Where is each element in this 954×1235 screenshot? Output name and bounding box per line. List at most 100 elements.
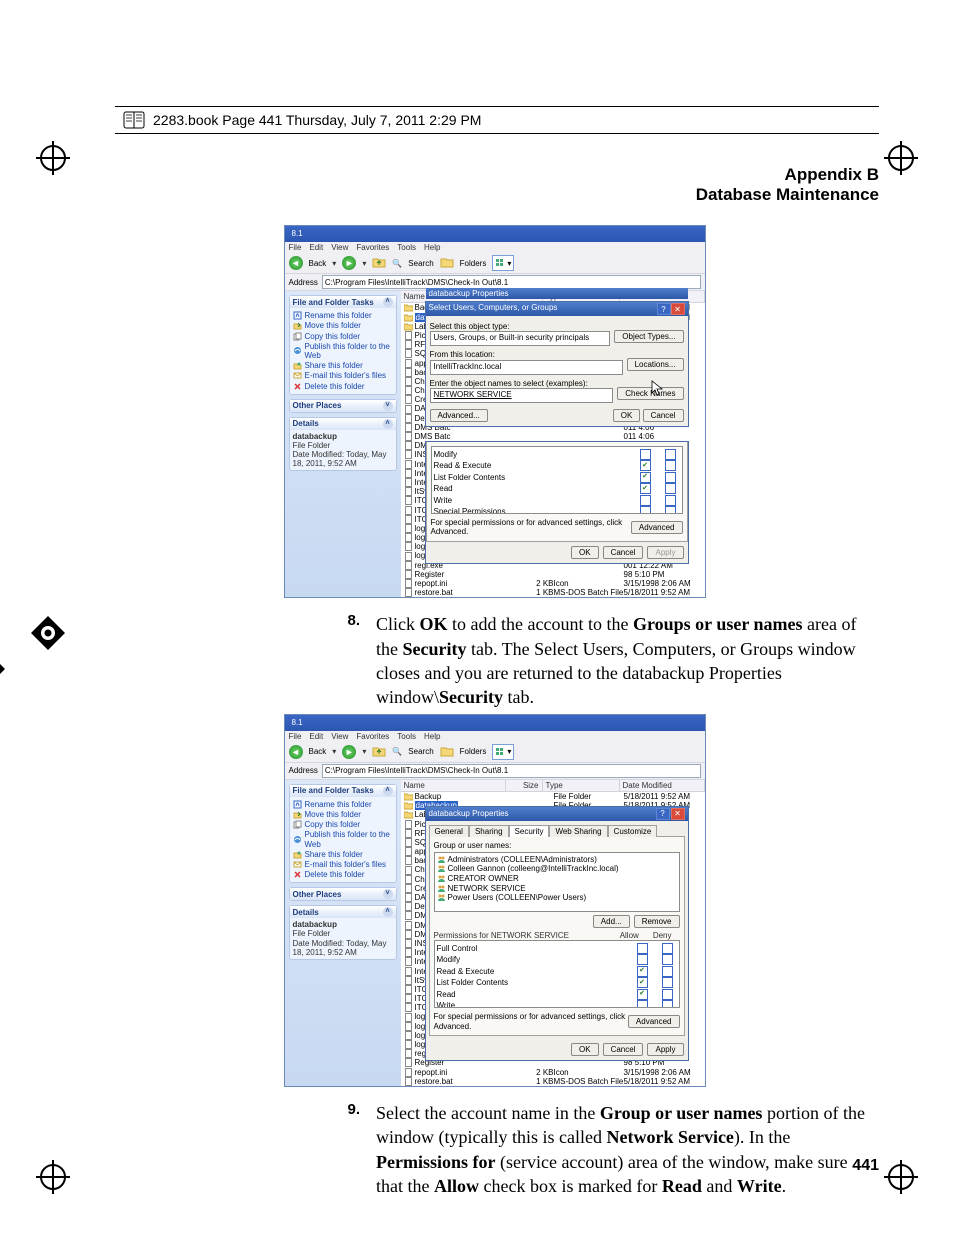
task-link[interactable]: Publish this folder to the Web [293, 342, 393, 360]
window-titlebar[interactable]: 8.1 [285, 226, 705, 242]
tab-security[interactable]: Security [509, 825, 550, 837]
permission-row[interactable]: Read✔ [437, 989, 677, 1000]
task-link[interactable]: Copy this folder [293, 332, 393, 341]
cancel-button[interactable]: Cancel [603, 1043, 644, 1056]
permission-row[interactable]: Full Control [437, 943, 677, 954]
chevron-up-icon[interactable]: ˄ [383, 297, 393, 307]
menu-help[interactable]: Help [424, 732, 440, 741]
task-link[interactable]: E-mail this folder's files [293, 371, 393, 380]
folders-label[interactable]: Folders [460, 747, 487, 756]
group-item[interactable]: CREATOR OWNER [437, 874, 677, 883]
apply-button[interactable]: Apply [647, 546, 683, 559]
permission-row[interactable]: List Folder Contents✔ [437, 977, 677, 988]
help-icon[interactable]: ? [656, 808, 670, 820]
file-row[interactable]: BackupFile Folder5/18/2011 9:52 AM [401, 792, 705, 801]
permission-row[interactable]: List Folder Contents✔ [434, 472, 680, 483]
tasks-header[interactable]: File and Folder Tasks˄ [290, 296, 396, 308]
group-item[interactable]: Colleen Gannon (colleeng@IntelliTrackInc… [437, 864, 677, 873]
col-type[interactable]: Type [543, 780, 620, 791]
folders-label[interactable]: Folders [460, 259, 487, 268]
back-label[interactable]: Back [309, 747, 327, 756]
chevron-up-icon[interactable]: ˄ [383, 419, 393, 429]
details-header[interactable]: Details˄ [290, 418, 396, 430]
cancel-button[interactable]: Cancel [603, 546, 644, 559]
file-row[interactable]: DMS Batc011 4:06 [401, 432, 705, 441]
chevron-down-icon[interactable]: ˅ [383, 401, 393, 411]
task-link[interactable]: Share this folder [293, 361, 393, 370]
group-item[interactable]: Power Users (COLLEEN\Power Users) [437, 893, 677, 902]
apply-button[interactable]: Apply [647, 1043, 683, 1056]
object-type-field[interactable]: Users, Groups, or Built-in security prin… [430, 331, 611, 346]
task-link[interactable]: Move this folder [293, 810, 393, 819]
cancel-button[interactable]: Cancel [643, 409, 684, 422]
advanced-button[interactable]: Advanced [628, 1015, 680, 1028]
close-icon[interactable]: ✕ [671, 808, 685, 820]
dropdown-icon[interactable]: ▾ [332, 747, 336, 756]
locations-button[interactable]: Locations... [627, 358, 684, 371]
chevron-up-icon[interactable]: ˄ [383, 907, 393, 917]
file-row[interactable]: restore.bat1 KBMS-DOS Batch File5/18/201… [401, 588, 705, 597]
menu-view[interactable]: View [331, 732, 348, 741]
permission-row[interactable]: Special Permissions [434, 506, 680, 514]
search-label[interactable]: Search [408, 259, 433, 268]
menu-view[interactable]: View [331, 243, 348, 252]
task-link[interactable]: Move this folder [293, 321, 393, 330]
tab-general[interactable]: General [429, 825, 469, 837]
menu-edit[interactable]: Edit [309, 732, 323, 741]
dropdown-icon[interactable]: ▾ [362, 747, 366, 756]
folders-icon[interactable] [440, 256, 454, 270]
back-button-icon[interactable]: ◄ [289, 745, 303, 759]
group-item[interactable]: NETWORK SERVICE [437, 884, 677, 893]
task-link[interactable]: E-mail this folder's files [293, 860, 393, 869]
permission-row[interactable]: Modify [434, 449, 680, 460]
forward-button-icon[interactable]: ► [342, 256, 356, 270]
object-names-field[interactable]: NETWORK SERVICE [430, 388, 614, 403]
search-icon[interactable]: 🔍 [392, 259, 402, 268]
add-button[interactable]: Add... [593, 915, 630, 928]
tab-sharing[interactable]: Sharing [469, 825, 509, 837]
tasks-header[interactable]: File and Folder Tasks˄ [290, 785, 396, 797]
file-row[interactable]: restore.bat1 KBMS-DOS Batch File5/18/201… [401, 1077, 705, 1086]
column-headers[interactable]: Name Size Type Date Modified [401, 780, 705, 792]
file-row[interactable]: repopt.ini2 KBIcon3/15/1998 2:06 AM [401, 1068, 705, 1077]
permission-row[interactable]: Modify [437, 954, 677, 965]
location-field[interactable]: IntelliTrackInc.local [430, 360, 623, 375]
back-button-icon[interactable]: ◄ [289, 256, 303, 270]
permission-row[interactable]: Read & Execute✔ [437, 966, 677, 977]
menu-favorites[interactable]: Favorites [356, 243, 389, 252]
task-link[interactable]: Rename this folder [293, 800, 393, 809]
folders-icon[interactable] [440, 745, 454, 759]
task-link[interactable]: Delete this folder [293, 870, 393, 879]
other-places-header[interactable]: Other Places˅ [290, 888, 396, 900]
up-icon[interactable] [372, 745, 386, 759]
menu-tools[interactable]: Tools [397, 243, 416, 252]
menu-tools[interactable]: Tools [397, 732, 416, 741]
permissions-grid[interactable]: Full ControlModifyRead & Execute✔List Fo… [434, 940, 680, 1008]
task-link[interactable]: Copy this folder [293, 820, 393, 829]
properties-titlebar[interactable]: databackup Properties ?✕ [426, 807, 688, 821]
details-header[interactable]: Details˄ [290, 906, 396, 918]
dropdown-icon[interactable]: ▾ [362, 259, 366, 268]
up-icon[interactable] [372, 256, 386, 270]
ok-button[interactable]: OK [571, 546, 599, 559]
col-name[interactable]: Name [401, 780, 506, 791]
help-icon[interactable]: ? [657, 303, 671, 315]
other-places-header[interactable]: Other Places˅ [290, 400, 396, 412]
window-titlebar[interactable]: 8.1 [285, 715, 705, 731]
address-input[interactable] [322, 275, 701, 289]
chevron-up-icon[interactable]: ˄ [383, 786, 393, 796]
tab-customize[interactable]: Customize [608, 825, 658, 837]
permission-row[interactable]: Read✔ [434, 483, 680, 494]
ok-button[interactable]: OK [613, 409, 641, 422]
advanced-button[interactable]: Advanced [631, 521, 683, 534]
menu-help[interactable]: Help [424, 243, 440, 252]
col-date[interactable]: Date Modified [620, 780, 705, 791]
forward-button-icon[interactable]: ► [342, 745, 356, 759]
menu-file[interactable]: File [289, 732, 302, 741]
advanced-button[interactable]: Advanced... [430, 409, 488, 422]
chevron-down-icon[interactable]: ˅ [383, 889, 393, 899]
remove-button[interactable]: Remove [634, 915, 680, 928]
task-link[interactable]: Share this folder [293, 850, 393, 859]
views-button[interactable]: ▾ [492, 744, 514, 760]
ok-button[interactable]: OK [571, 1043, 599, 1056]
